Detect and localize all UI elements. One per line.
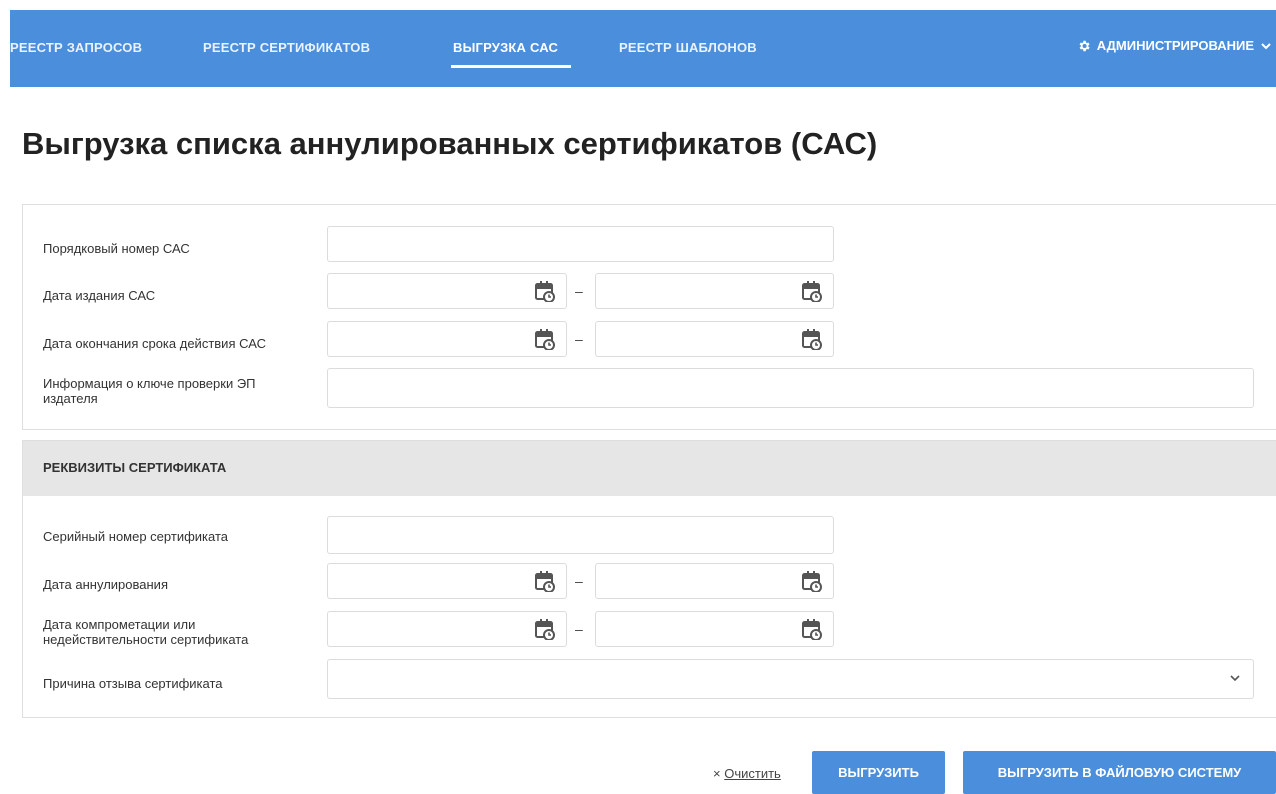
issue-date-to-input[interactable] (595, 273, 834, 309)
issue-date-label: Дата издания САС (43, 288, 156, 303)
cas-serial-input[interactable] (327, 226, 834, 262)
chevron-down-icon (1261, 42, 1271, 49)
compromise-date-label-line1: Дата компрометации или (43, 617, 196, 632)
compromise-date-label-line2: недействительности сертификата (43, 632, 249, 647)
calendar-icon[interactable] (535, 280, 555, 302)
range-separator: – (575, 331, 583, 347)
section-header: РЕКВИЗИТЫ СЕРТИФИКАТА (23, 441, 1276, 496)
admin-menu[interactable]: АДМИНИСТРИРОВАНИЕ (1077, 38, 1272, 53)
compromise-date-to-input[interactable] (595, 611, 834, 647)
compromise-date-from-input[interactable] (327, 611, 567, 647)
cert-serial-label: Серийный номер сертификата (43, 529, 228, 544)
calendar-icon[interactable] (802, 618, 822, 640)
expiry-date-from-input[interactable] (327, 321, 567, 357)
calendar-icon[interactable] (535, 570, 555, 592)
revocation-date-to-input[interactable] (595, 563, 834, 599)
admin-menu-label: АДМИНИСТРИРОВАНИЕ (1096, 38, 1254, 53)
revocation-date-from-input[interactable] (327, 563, 567, 599)
export-to-filesystem-button[interactable]: ВЫГРУЗИТЬ В ФАЙЛОВУЮ СИСТЕМУ (963, 751, 1276, 794)
nav-tab-requests-registry[interactable]: РЕЕСТР ЗАПРОСОВ (10, 40, 142, 55)
calendar-icon[interactable] (535, 618, 555, 640)
calendar-icon[interactable] (802, 280, 822, 302)
section-header-title: РЕКВИЗИТЫ СЕРТИФИКАТА (43, 460, 227, 475)
compromise-date-label: Дата компрометации или недействительност… (43, 617, 313, 647)
export-button-label: ВЫГРУЗИТЬ (838, 765, 919, 780)
page-title: Выгрузка списка аннулированных сертифика… (22, 126, 878, 161)
issuer-key-label-line1: Информация о ключе проверки ЭП (43, 376, 256, 391)
revocation-reason-select[interactable] (327, 659, 1254, 699)
calendar-icon[interactable] (535, 328, 555, 350)
expiry-date-label: Дата окончания срока действия САС (43, 336, 266, 351)
calendar-icon[interactable] (802, 328, 822, 350)
expiry-date-to-input[interactable] (595, 321, 834, 357)
issuer-key-input[interactable] (327, 368, 1254, 408)
calendar-icon[interactable] (802, 570, 822, 592)
range-separator: – (575, 573, 583, 589)
clear-button-label: Очистить (724, 766, 781, 781)
active-tab-underline (451, 65, 571, 68)
close-icon: × (713, 766, 721, 781)
revocation-date-label: Дата аннулирования (43, 577, 168, 592)
nav-tab-templates-registry[interactable]: РЕЕСТР ШАБЛОНОВ (619, 40, 757, 55)
cert-serial-input[interactable] (327, 516, 834, 554)
issuer-key-label-line2: издателя (43, 391, 98, 406)
nav-tab-cas-export[interactable]: ВЫГРУЗКА САС (453, 40, 558, 55)
range-separator: – (575, 283, 583, 299)
export-button[interactable]: ВЫГРУЗИТЬ (812, 751, 945, 794)
gear-icon (1079, 40, 1090, 51)
issue-date-from-input[interactable] (327, 273, 567, 309)
chevron-down-icon (1230, 675, 1240, 682)
revocation-reason-label: Причина отзыва сертификата (43, 676, 223, 691)
nav-tab-certificates-registry[interactable]: РЕЕСТР СЕРТИФИКАТОВ (203, 40, 370, 55)
issuer-key-label: Информация о ключе проверки ЭП издателя (43, 376, 313, 406)
export-to-filesystem-label: ВЫГРУЗИТЬ В ФАЙЛОВУЮ СИСТЕМУ (997, 765, 1242, 780)
clear-button[interactable]: × Очистить (713, 766, 781, 781)
top-nav-bar: РЕЕСТР ЗАПРОСОВ РЕЕСТР СЕРТИФИКАТОВ ВЫГР… (10, 10, 1276, 87)
range-separator: – (575, 621, 583, 637)
cas-serial-label: Порядковый номер САС (43, 241, 190, 256)
